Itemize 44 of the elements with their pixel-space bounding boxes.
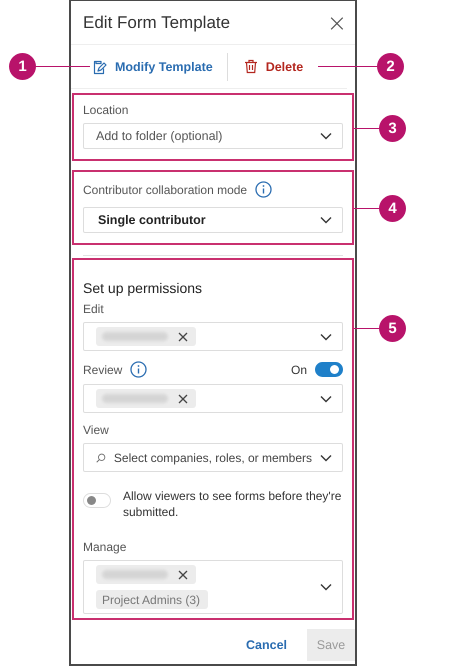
collaboration-select[interactable]: Single contributor xyxy=(83,207,343,233)
callout-number: 4 xyxy=(379,195,406,222)
section-heading: Set up permissions xyxy=(83,280,204,296)
callout-number: 3 xyxy=(379,115,406,142)
chevron-down-icon xyxy=(320,583,332,591)
remove-icon[interactable] xyxy=(178,570,188,580)
delete-button[interactable]: Delete xyxy=(240,55,308,78)
search-icon xyxy=(96,450,106,464)
info-icon[interactable] xyxy=(255,181,272,198)
clipboard-pencil-icon xyxy=(91,58,107,74)
chevron-down-icon xyxy=(320,132,332,140)
cancel-button[interactable]: Cancel xyxy=(240,637,293,653)
location-select[interactable]: Add to folder (optional) xyxy=(83,123,343,149)
members-select[interactable]: Project Admins (3) xyxy=(83,560,343,614)
callout-number: 2 xyxy=(377,53,404,80)
field-label: View xyxy=(83,423,109,437)
remove-icon[interactable] xyxy=(178,332,188,342)
leader-line xyxy=(354,208,379,209)
field-label: Location xyxy=(83,103,130,117)
toggle-switch[interactable] xyxy=(315,362,343,377)
member-chip: Project Admins (3) xyxy=(96,590,208,609)
toggle-label: Allow viewers to see forms before they're submitted. xyxy=(123,488,342,520)
field-label: Manage xyxy=(83,540,126,554)
leader-line xyxy=(36,66,90,67)
dialog-title: Edit Form Template xyxy=(83,12,230,32)
callout-number: 1 xyxy=(9,53,36,80)
field-label: Contributor collaboration mode xyxy=(83,182,248,196)
field-label: Review xyxy=(83,362,122,376)
modify-template-button[interactable]: Modify Template xyxy=(87,54,217,78)
info-icon[interactable] xyxy=(130,361,148,378)
callout-number: 5 xyxy=(379,315,406,342)
leader-line xyxy=(354,128,379,129)
chevron-down-icon xyxy=(320,216,332,224)
remove-icon[interactable] xyxy=(178,394,188,404)
field-label: Edit xyxy=(83,302,104,316)
trash-icon xyxy=(244,59,258,74)
leader-line xyxy=(354,328,379,329)
search-select[interactable]: Select companies, roles, or members xyxy=(83,443,343,472)
chevron-down-icon xyxy=(320,394,332,402)
chevron-down-icon xyxy=(320,332,332,340)
leader-line xyxy=(318,66,377,67)
chevron-down-icon xyxy=(320,454,332,462)
toggle-label: On xyxy=(290,362,307,376)
close-button[interactable]: × xyxy=(324,10,349,34)
